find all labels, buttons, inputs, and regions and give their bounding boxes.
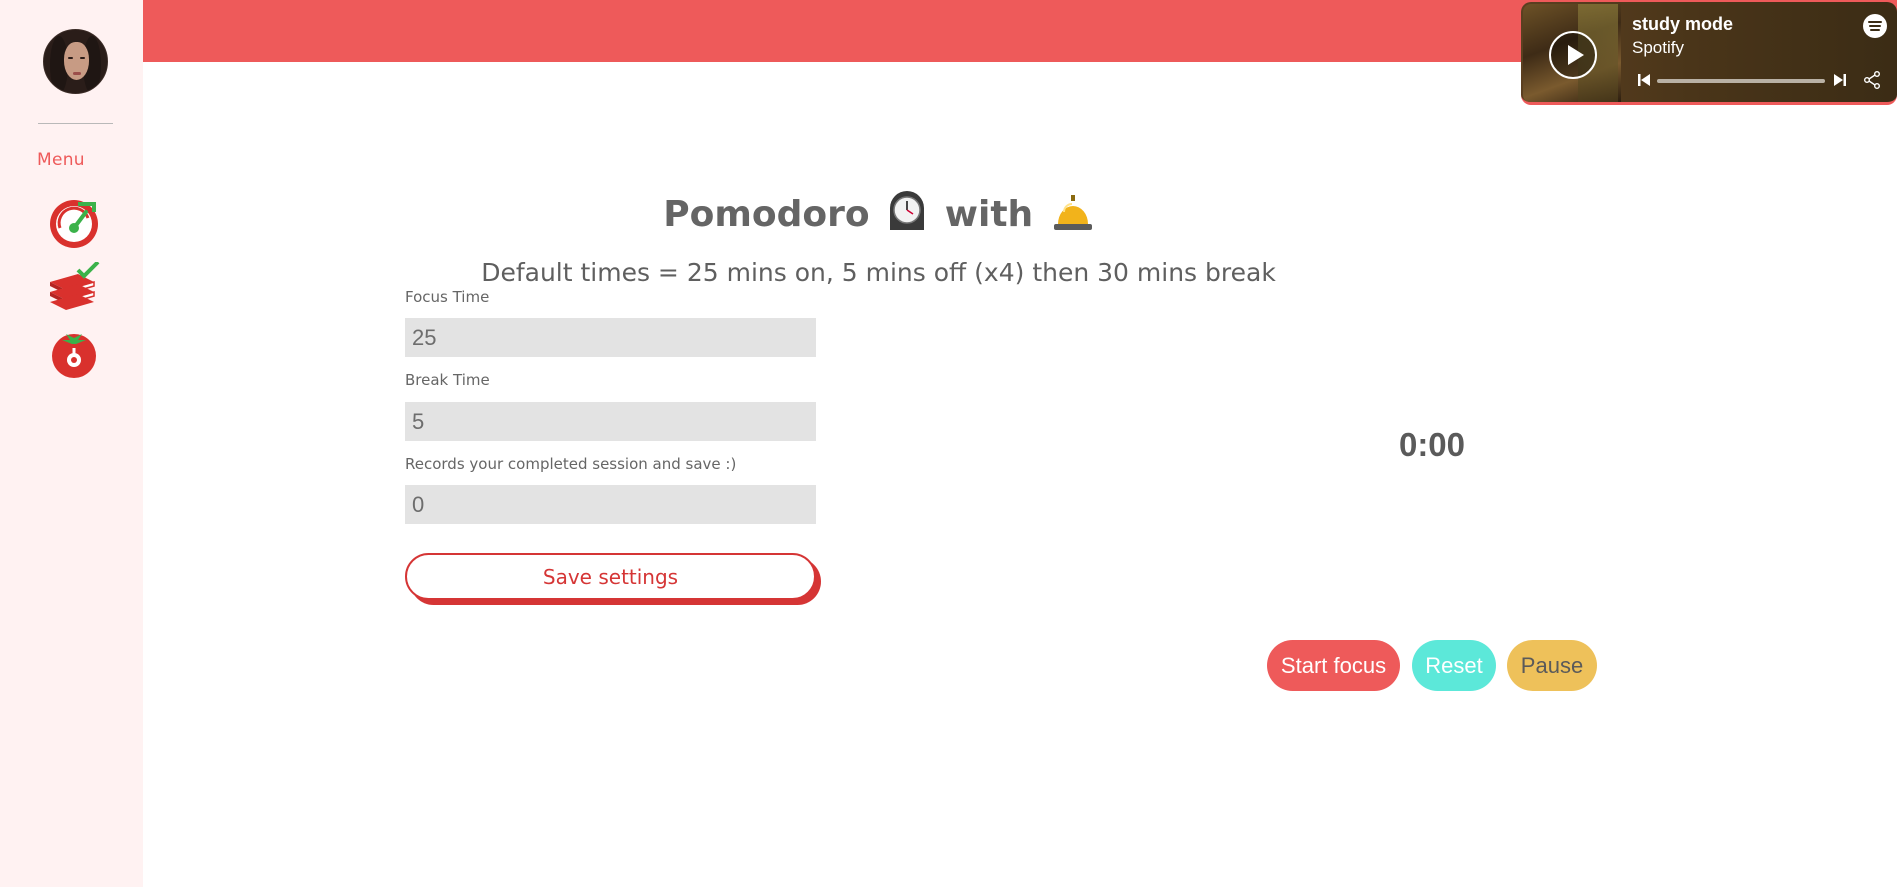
mantelpiece-clock-icon	[890, 191, 925, 230]
next-track-icon[interactable]	[1833, 73, 1847, 87]
playback-progress-bar[interactable]	[1657, 79, 1825, 83]
pause-button[interactable]: Pause	[1507, 640, 1597, 691]
previous-track-icon[interactable]	[1637, 73, 1651, 87]
page-title: Pomodoro with	[0, 190, 1757, 235]
sidebar-divider	[38, 123, 113, 124]
menu-label: Menu	[37, 150, 85, 170]
timer-display: 0:00	[1398, 426, 1466, 463]
records-input[interactable]	[405, 485, 816, 524]
default-times-subtitle: Default times = 25 mins on, 5 mins off (…	[481, 258, 1276, 287]
focus-time-label: Focus Time	[405, 288, 490, 306]
track-artist: Spotify	[1632, 38, 1684, 57]
start-focus-button[interactable]: Start focus	[1267, 640, 1400, 691]
break-time-input[interactable]	[405, 402, 816, 441]
play-button[interactable]	[1549, 31, 1597, 79]
album-art	[1523, 4, 1621, 102]
spotify-logo-icon[interactable]	[1863, 14, 1887, 38]
user-avatar[interactable]	[43, 29, 108, 94]
records-label: Records your completed session and save …	[405, 455, 737, 473]
focus-time-input[interactable]	[405, 318, 816, 357]
reset-button[interactable]: Reset	[1412, 640, 1496, 691]
title-text: Pomodoro	[663, 194, 870, 235]
break-time-label: Break Time	[405, 371, 490, 389]
share-icon[interactable]	[1863, 71, 1881, 89]
sidebar: Menu	[0, 0, 143, 887]
spotify-player[interactable]: study mode Spotify	[1521, 2, 1897, 105]
tomato-timer-icon[interactable]	[48, 326, 100, 378]
title-with: with	[944, 194, 1034, 235]
track-title: study mode	[1632, 14, 1734, 34]
bellhop-bell-icon	[1053, 195, 1092, 230]
save-settings-button[interactable]: Save settings	[405, 553, 816, 600]
